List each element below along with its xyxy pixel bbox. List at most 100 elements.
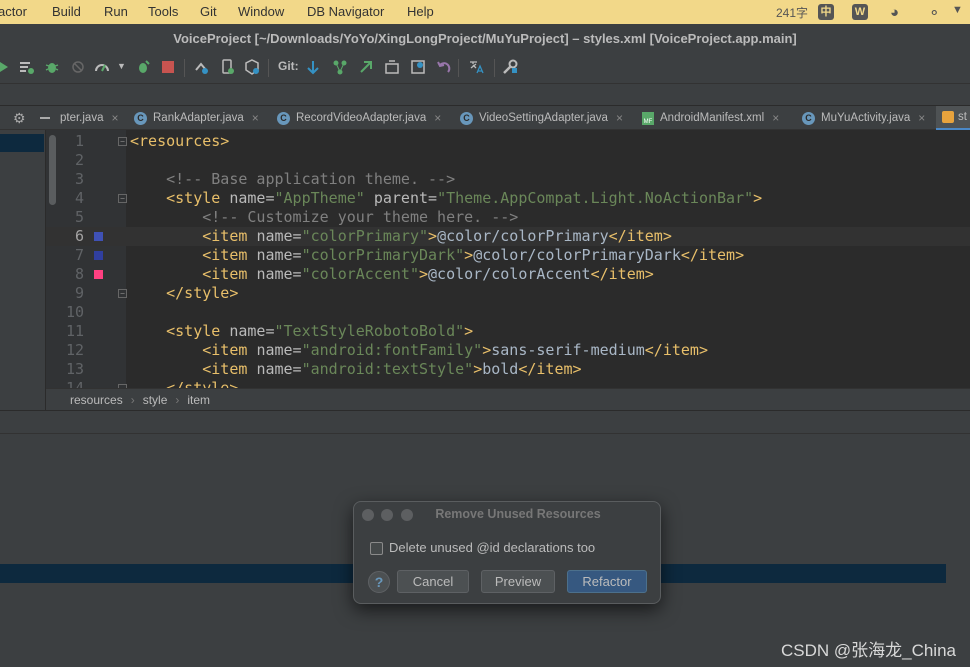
toolbar-separator	[268, 59, 269, 77]
menu-db-navigator[interactable]: DB Navigator	[307, 4, 384, 19]
tool-window-header	[0, 410, 970, 434]
breadcrumb-item[interactable]: item	[187, 393, 210, 407]
sync-gradle-icon[interactable]	[193, 59, 209, 75]
breadcrumb-style[interactable]: style	[143, 393, 168, 407]
git-rollback-icon[interactable]	[436, 59, 452, 75]
git-commit-icon[interactable]	[332, 59, 348, 75]
color-swatch-icon[interactable]	[94, 232, 103, 241]
git-show-diff-icon[interactable]	[410, 59, 426, 75]
apply-changes-icon[interactable]	[135, 59, 151, 75]
project-panel	[0, 130, 46, 410]
close-icon[interactable]: ×	[616, 111, 623, 125]
class-icon: C	[134, 111, 147, 125]
close-icon[interactable]: ×	[252, 111, 259, 125]
code-text: <style name="AppTheme" parent="Theme.App…	[166, 189, 763, 207]
code-text: <resources>	[130, 132, 230, 150]
status-area: 241字 中 W ◕ ⚬ ▼	[770, 0, 970, 24]
headphone-icon[interactable]: ◕	[890, 4, 899, 21]
fold-icon[interactable]: −	[118, 289, 127, 298]
ime-indicator[interactable]: 中	[818, 4, 834, 20]
help-button[interactable]: ?	[368, 571, 390, 593]
coverage-icon[interactable]	[18, 59, 34, 75]
menu-help[interactable]: Help	[407, 4, 434, 19]
line-number: 6	[74, 227, 84, 245]
editor-scrollbar[interactable]	[49, 135, 56, 205]
class-icon: C	[277, 111, 290, 125]
gear-icon[interactable]: ⚙	[13, 110, 26, 127]
code-line[interactable]: 4− <style name="AppTheme" parent="Theme.…	[46, 189, 970, 208]
code-line[interactable]: 14− </style>	[46, 379, 970, 388]
line-number: 13	[65, 360, 84, 378]
fold-icon[interactable]: −	[118, 137, 127, 146]
profiler-icon[interactable]	[94, 59, 110, 75]
breadcrumb: resources › style › item	[46, 388, 970, 410]
code-line[interactable]: 13 <item name="android:textStyle">bold</…	[46, 360, 970, 379]
preview-button[interactable]: Preview	[481, 570, 555, 593]
tab-recordvideoadapter-java[interactable]: C RecordVideoAdapter.java ×	[277, 106, 441, 130]
code-line[interactable]: 10	[46, 303, 970, 322]
code-line[interactable]: 7 <item name="colorPrimaryDark">@color/c…	[46, 246, 970, 265]
code-line[interactable]: 12 <item name="android:fontFamily">sans-…	[46, 341, 970, 360]
tab-label: AndroidManifest.xml	[660, 112, 765, 124]
project-structure-icon[interactable]	[502, 59, 518, 75]
code-line[interactable]: 9 − </style>	[46, 284, 970, 303]
translate-icon[interactable]	[468, 59, 484, 75]
tab-muyuactivity-java[interactable]: C MuYuActivity.java ×	[802, 106, 925, 130]
class-icon: C	[802, 111, 815, 125]
code-editor[interactable]: 1− <resources> 2 3 <!-- Base application th…	[46, 130, 970, 388]
wechat-icon[interactable]: ⚬	[928, 4, 941, 22]
code-line[interactable]: 8 <item name="colorAccent">@color/colorA…	[46, 265, 970, 284]
refactor-button[interactable]: Refactor	[567, 570, 647, 593]
close-icon[interactable]: ×	[918, 111, 925, 125]
menu-refactor[interactable]: actor	[0, 4, 27, 19]
code-line[interactable]: 11 <style name="TextStyleRobotoBold">	[46, 322, 970, 341]
attach-debugger-icon[interactable]	[70, 59, 86, 75]
class-icon: C	[460, 111, 473, 125]
breadcrumb-resources[interactable]: resources	[70, 393, 123, 407]
close-icon[interactable]: ×	[434, 111, 441, 125]
git-history-icon[interactable]	[384, 59, 400, 75]
chevron-down-icon[interactable]: ▼	[952, 4, 963, 16]
delete-unused-id-checkbox[interactable]	[370, 542, 383, 555]
tab-rankadapter-java[interactable]: C RankAdapter.java ×	[134, 106, 259, 130]
close-icon[interactable]: ×	[111, 111, 118, 125]
tab-styles-xml[interactable]: st	[936, 106, 970, 130]
line-number: 5	[74, 208, 84, 226]
tab-androidmanifest-xml[interactable]: MF AndroidManifest.xml ×	[642, 106, 779, 130]
git-push-icon[interactable]	[358, 59, 374, 75]
fold-icon[interactable]: −	[118, 194, 127, 203]
minimize-icon[interactable]	[40, 117, 50, 119]
code-text: </style>	[166, 284, 239, 302]
wps-icon[interactable]: W	[852, 4, 868, 20]
git-update-icon[interactable]	[305, 59, 321, 75]
remove-unused-resources-dialog: Remove Unused Resources Delete unused @i…	[353, 501, 661, 604]
code-line[interactable]: 5 <!-- Customize your theme here. -->	[46, 208, 970, 227]
sdk-manager-icon[interactable]	[244, 59, 260, 75]
color-swatch-icon[interactable]	[94, 270, 103, 279]
run-config-icon[interactable]	[0, 59, 12, 75]
cancel-button[interactable]: Cancel	[397, 570, 469, 593]
code-text: <style name="TextStyleRobotoBold">	[166, 322, 474, 340]
code-line[interactable]: 2	[46, 151, 970, 170]
stop-icon[interactable]	[160, 59, 176, 75]
tab-videosettingadapter-java[interactable]: C VideoSettingAdapter.java ×	[460, 106, 623, 130]
device-manager-icon[interactable]	[219, 59, 235, 75]
tab-label: MuYuActivity.java	[821, 112, 911, 124]
menu-tools[interactable]: Tools	[148, 4, 178, 19]
code-line[interactable]: 1− <resources>	[46, 132, 970, 151]
menu-build[interactable]: Build	[52, 4, 81, 19]
menu-run[interactable]: Run	[104, 4, 128, 19]
menu-git[interactable]: Git	[200, 4, 217, 19]
code-line[interactable]: 6 <item name="colorPrimary">@color/color…	[46, 227, 970, 246]
code-line[interactable]: 3 <!-- Base application theme. -->	[46, 170, 970, 189]
word-count: 241字	[776, 6, 809, 20]
selected-tree-item[interactable]	[0, 134, 44, 152]
window-title: VoiceProject [~/Downloads/YoYo/XingLongP…	[0, 24, 970, 52]
chevron-down-icon[interactable]: ▼	[117, 61, 126, 71]
debug-icon[interactable]	[44, 59, 60, 75]
tab-pter-java[interactable]: pter.java ×	[60, 106, 119, 130]
checkbox-label[interactable]: Delete unused @id declarations too	[389, 540, 595, 555]
menu-window[interactable]: Window	[238, 4, 284, 19]
close-icon[interactable]: ×	[772, 111, 779, 125]
color-swatch-icon[interactable]	[94, 251, 103, 260]
